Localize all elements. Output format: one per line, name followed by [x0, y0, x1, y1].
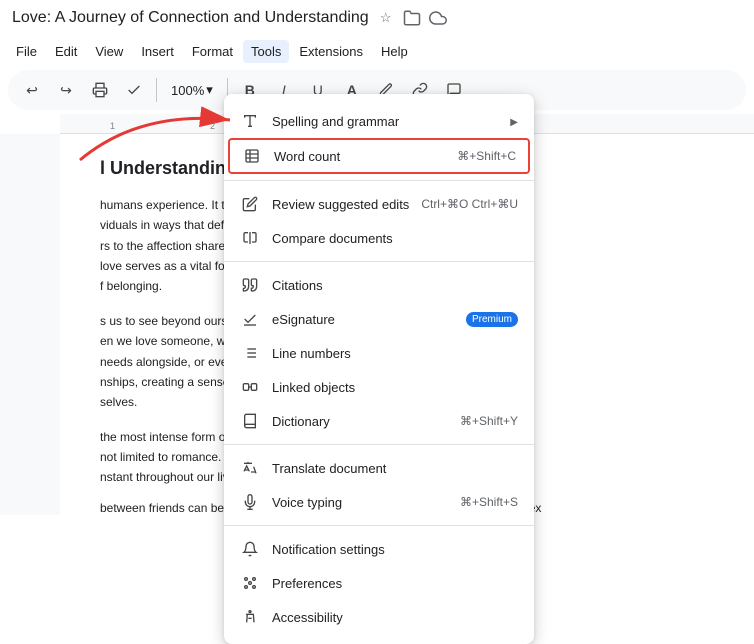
zoom-control[interactable]: 100% ▾ [163, 82, 221, 98]
preferences-label: Preferences [272, 576, 518, 591]
citations-icon [240, 275, 260, 295]
esignature-label: eSignature [272, 312, 454, 327]
word-count-icon [242, 146, 262, 166]
menu-help[interactable]: Help [373, 40, 416, 63]
line-numbers-item[interactable]: Line numbers [224, 336, 534, 370]
preferences-icon [240, 573, 260, 593]
citations-item[interactable]: Citations [224, 268, 534, 302]
menu-section-1: Spelling and grammar Word count ⌘+Shift+… [224, 102, 534, 176]
cloud-icon[interactable] [429, 9, 447, 27]
word-count-label: Word count [274, 149, 445, 164]
menu-insert[interactable]: Insert [133, 40, 182, 63]
voice-typing-item[interactable]: Voice typing ⌘+Shift+S [224, 485, 534, 519]
accessibility-icon [240, 607, 260, 627]
menu-tools[interactable]: Tools [243, 40, 289, 63]
spelling-grammar-item[interactable]: Spelling and grammar [224, 104, 534, 138]
star-icon[interactable]: ☆ [377, 9, 395, 27]
spelling-submenu-arrow [510, 114, 518, 128]
translate-icon [240, 458, 260, 478]
microphone-icon [240, 492, 260, 512]
linked-objects-label: Linked objects [272, 380, 518, 395]
voice-typing-shortcut: ⌘+Shift+S [460, 495, 518, 509]
line-numbers-label: Line numbers [272, 346, 518, 361]
menu-format[interactable]: Format [184, 40, 241, 63]
document-title: Love: A Journey of Connection and Unders… [12, 9, 369, 27]
menu-view[interactable]: View [87, 40, 131, 63]
accessibility-item[interactable]: Accessibility [224, 600, 534, 634]
tools-dropdown-menu: Spelling and grammar Word count ⌘+Shift+… [224, 94, 534, 644]
notification-settings-item[interactable]: Notification settings [224, 532, 534, 566]
spelling-icon [240, 111, 260, 131]
title-icons: ☆ [377, 9, 447, 27]
zoom-arrow: ▾ [206, 82, 213, 98]
esignature-icon [240, 309, 260, 329]
dictionary-label: Dictionary [272, 414, 448, 429]
notification-icon [240, 539, 260, 559]
compare-item[interactable]: Compare documents [224, 221, 534, 255]
notification-label: Notification settings [272, 542, 518, 557]
review-icon [240, 194, 260, 214]
dictionary-shortcut: ⌘+Shift+Y [460, 414, 518, 428]
menu-section-4: Translate document Voice typing ⌘+Shift+… [224, 449, 534, 521]
linked-objects-icon [240, 377, 260, 397]
spell-check-button[interactable] [118, 74, 150, 106]
menu-extensions[interactable]: Extensions [291, 40, 371, 63]
review-shortcut: Ctrl+⌘O Ctrl+⌘U [421, 197, 518, 211]
divider-3 [224, 444, 534, 445]
citations-label: Citations [272, 278, 518, 293]
accessibility-label: Accessibility [272, 610, 518, 625]
print-button[interactable] [84, 74, 116, 106]
translate-item[interactable]: Translate document [224, 451, 534, 485]
translate-label: Translate document [272, 461, 518, 476]
dictionary-item[interactable]: Dictionary ⌘+Shift+Y [224, 404, 534, 438]
review-label: Review suggested edits [272, 197, 409, 212]
esignature-item[interactable]: eSignature Premium [224, 302, 534, 336]
spelling-label: Spelling and grammar [272, 114, 498, 129]
folder-icon[interactable] [403, 9, 421, 27]
menu-section-5: Notification settings Preferences Access… [224, 530, 534, 636]
redo-button[interactable]: ↪ [50, 74, 82, 106]
review-edits-item[interactable]: Review suggested edits Ctrl+⌘O Ctrl+⌘U [224, 187, 534, 221]
title-bar: Love: A Journey of Connection and Unders… [0, 0, 754, 36]
divider-1 [224, 180, 534, 181]
zoom-value: 100% [171, 83, 204, 98]
undo-button[interactable]: ↩ [16, 74, 48, 106]
divider-4 [224, 525, 534, 526]
preferences-item[interactable]: Preferences [224, 566, 534, 600]
menu-bar: File Edit View Insert Format Tools Exten… [0, 36, 754, 66]
menu-section-3: Citations eSignature Premium Line number… [224, 266, 534, 440]
menu-section-2: Review suggested edits Ctrl+⌘O Ctrl+⌘U C… [224, 185, 534, 257]
premium-badge: Premium [466, 312, 518, 327]
dictionary-icon [240, 411, 260, 431]
divider-2 [224, 261, 534, 262]
toolbar-divider-1 [156, 78, 157, 102]
voice-typing-label: Voice typing [272, 495, 448, 510]
menu-edit[interactable]: Edit [47, 40, 85, 63]
page-margin [0, 134, 60, 515]
line-numbers-icon [240, 343, 260, 363]
linked-objects-item[interactable]: Linked objects [224, 370, 534, 404]
compare-label: Compare documents [272, 231, 518, 246]
word-count-shortcut: ⌘+Shift+C [457, 149, 516, 163]
compare-icon [240, 228, 260, 248]
menu-file[interactable]: File [8, 40, 45, 63]
word-count-item[interactable]: Word count ⌘+Shift+C [228, 138, 530, 174]
